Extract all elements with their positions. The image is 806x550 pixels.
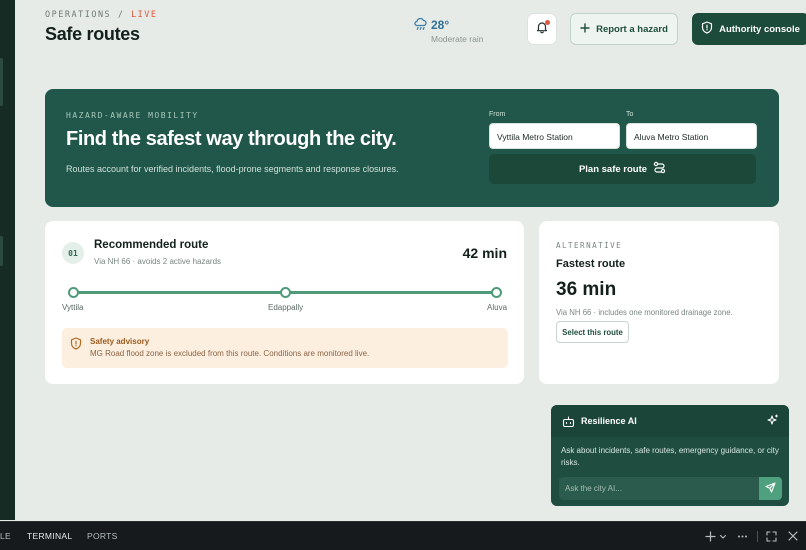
breadcrumb-separator: / bbox=[117, 10, 125, 20]
select-route-button[interactable]: Select this route bbox=[556, 321, 629, 343]
maximize-icon[interactable] bbox=[766, 531, 777, 544]
notifications-button[interactable] bbox=[527, 13, 557, 45]
hero-headline: Find the safest way through the city. bbox=[66, 128, 397, 150]
hero-subtext: Routes account for verified incidents, f… bbox=[66, 164, 399, 174]
recommended-route-title: Recommended route bbox=[94, 239, 209, 251]
assistant-description: Ask about incidents, safe routes, emerge… bbox=[561, 446, 779, 467]
advisory-title: Safety advisory bbox=[90, 337, 150, 346]
bottom-panel: LE TERMINAL PORTS bbox=[0, 521, 806, 550]
top-bar: OPERATIONS / LIVE Safe routes 28° Modera… bbox=[45, 10, 806, 50]
plus-icon bbox=[580, 22, 590, 36]
app-main: OPERATIONS / LIVE Safe routes 28° Modera… bbox=[15, 0, 806, 520]
shield-alert-icon bbox=[70, 337, 82, 355]
activity-bar-indicator bbox=[0, 58, 3, 106]
notification-dot bbox=[545, 20, 550, 25]
tab-terminal[interactable]: TERMINAL bbox=[27, 522, 72, 550]
route-stop-marker bbox=[280, 287, 291, 298]
send-button[interactable] bbox=[759, 477, 782, 500]
weather-condition: Moderate rain bbox=[431, 34, 484, 44]
recommended-route-duration: 42 min bbox=[462, 245, 507, 261]
report-hazard-button[interactable]: Report a hazard bbox=[570, 13, 678, 45]
assistant-input[interactable]: Ask the city AI... bbox=[559, 477, 759, 500]
route-stop-marker bbox=[491, 287, 502, 298]
advisory-text: MG Road flood zone is excluded from this… bbox=[90, 349, 370, 358]
route-stop-marker bbox=[68, 287, 79, 298]
route-planner-hero: HAZARD-AWARE MOBILITY Find the safest wa… bbox=[45, 89, 779, 207]
tab-ports[interactable]: PORTS bbox=[87, 522, 118, 550]
alternative-route-description: Via NH 66 · includes one monitored drain… bbox=[556, 308, 733, 317]
close-icon[interactable] bbox=[788, 531, 798, 543]
panel-tab-partial[interactable]: LE bbox=[0, 522, 11, 550]
to-input[interactable]: Aluva Metro Station bbox=[626, 123, 757, 149]
activity-bar bbox=[0, 0, 15, 520]
route-stop-label: Vyttila bbox=[62, 303, 84, 312]
route-stop-label: Aluva bbox=[487, 303, 508, 312]
plan-safe-route-button[interactable]: Plan safe route bbox=[489, 154, 756, 184]
route-icon bbox=[653, 161, 666, 177]
alternative-route-duration: 36 min bbox=[556, 279, 617, 300]
route-rank-badge: 01 bbox=[62, 242, 84, 264]
recommended-route-subtitle: Via NH 66 · avoids 2 active hazards bbox=[94, 257, 222, 266]
assistant-title: Resilience AI bbox=[581, 416, 637, 426]
chevron-down-icon[interactable] bbox=[719, 531, 727, 544]
alternative-eyebrow: ALTERNATIVE bbox=[556, 241, 623, 250]
robot-icon bbox=[562, 415, 575, 433]
live-status: LIVE bbox=[131, 10, 158, 20]
more-icon[interactable] bbox=[737, 531, 748, 544]
from-input[interactable]: Vyttila Metro Station bbox=[489, 123, 620, 149]
rain-cloud-icon bbox=[413, 16, 428, 37]
recommended-route-card[interactable]: 01 Recommended route Via NH 66 · avoids … bbox=[45, 221, 524, 384]
authority-console-label: Authority console bbox=[719, 23, 800, 35]
assistant-widget: Resilience AI Ask about incidents, safe … bbox=[551, 405, 789, 506]
hero-eyebrow: HAZARD-AWARE MOBILITY bbox=[66, 111, 199, 120]
authority-console-button[interactable]: Authority console bbox=[692, 13, 806, 45]
safety-advisory: Safety advisory MG Road flood zone is ex… bbox=[62, 328, 508, 368]
route-stop-label: Edappally bbox=[268, 303, 304, 312]
assistant-header: Resilience AI bbox=[551, 405, 789, 437]
to-label: To bbox=[626, 111, 634, 118]
weather-widget: 28° Moderate rain bbox=[413, 16, 493, 46]
add-terminal-icon[interactable] bbox=[705, 531, 716, 544]
plan-safe-route-label: Plan safe route bbox=[578, 163, 648, 175]
alternative-route-title: Fastest route bbox=[556, 258, 626, 270]
separator-icon bbox=[756, 531, 759, 544]
sparkle-icon[interactable] bbox=[766, 414, 779, 432]
from-label: From bbox=[489, 111, 506, 118]
weather-temperature: 28° bbox=[431, 18, 450, 32]
alternative-route-card: ALTERNATIVE Fastest route 36 min Via NH … bbox=[539, 221, 779, 384]
shield-icon bbox=[701, 21, 713, 37]
report-hazard-label: Report a hazard bbox=[596, 23, 668, 35]
breadcrumb-section: OPERATIONS bbox=[45, 10, 112, 20]
activity-bar-indicator bbox=[0, 236, 3, 266]
send-icon bbox=[765, 480, 776, 498]
